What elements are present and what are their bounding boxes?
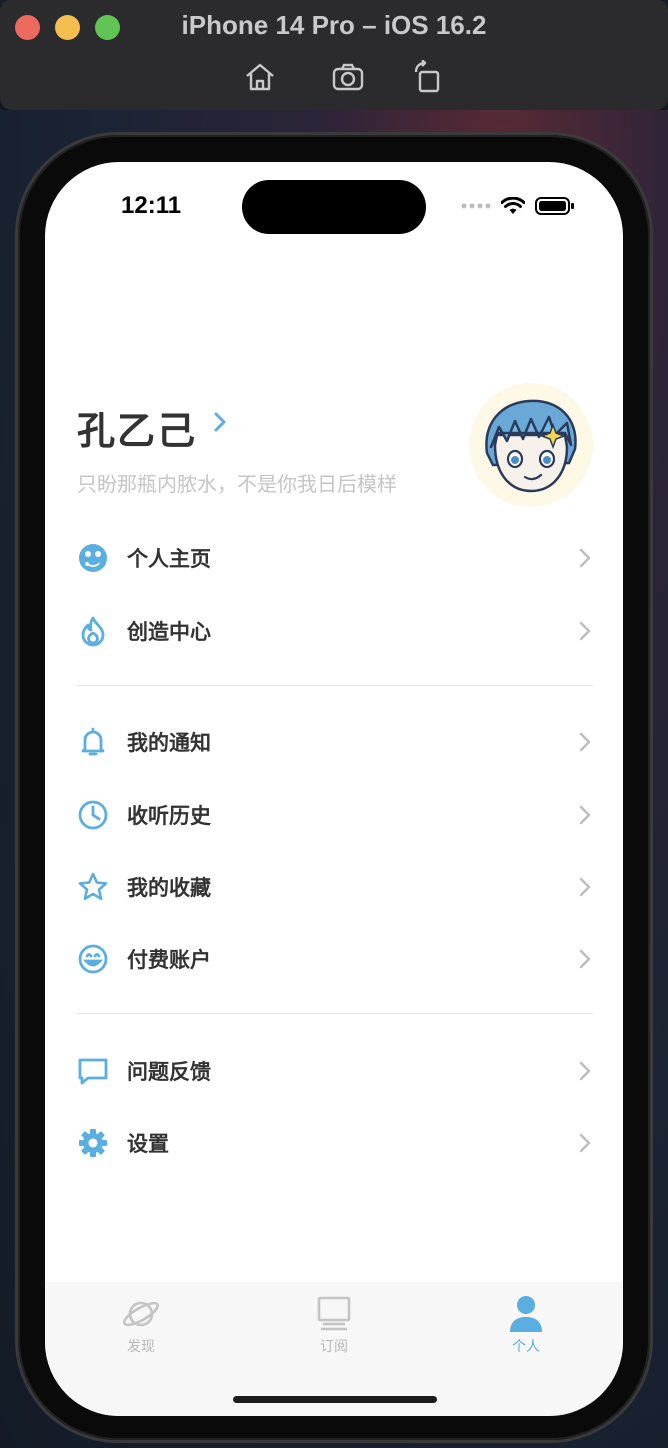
bell-icon: [77, 726, 109, 758]
menu-item-feedback[interactable]: 问题反馈: [77, 1041, 593, 1101]
menu-item-profile-page[interactable]: 个人主页: [77, 528, 593, 588]
menu-label: 我的通知: [127, 731, 211, 755]
phone-screen: 12:11 孔乙己 只盼那瓶内脓水，不是你我日后模样 个人主页 创造中心 我的通…: [45, 162, 623, 1416]
menu-label: 我的收藏: [127, 876, 211, 900]
simulator-titlebar: iPhone 14 Pro – iOS 16.2: [0, 0, 668, 111]
chevron-right-icon: [579, 1061, 591, 1081]
avatar[interactable]: [469, 383, 593, 507]
divider: [77, 1013, 593, 1014]
menu-item-creator-center[interactable]: 创造中心: [77, 601, 593, 661]
tab-label: 发现: [127, 1339, 155, 1355]
home-indicator[interactable]: [233, 1396, 437, 1403]
menu-item-settings[interactable]: 设置: [77, 1113, 593, 1173]
flame-icon: [77, 615, 109, 647]
menu-label: 创造中心: [127, 620, 211, 644]
rotate-icon[interactable]: [411, 59, 445, 94]
profile-bio: 只盼那瓶内脓水，不是你我日后模样: [77, 472, 397, 496]
wifi-icon: [501, 197, 525, 214]
profile-name[interactable]: 孔乙己: [77, 400, 197, 455]
menu-label: 设置: [127, 1132, 169, 1156]
chevron-right-icon: [579, 877, 591, 897]
chevron-right-icon: [579, 805, 591, 825]
tab-subscriptions[interactable]: 订阅: [274, 1294, 394, 1356]
tab-label: 个人: [512, 1339, 540, 1355]
smile-icon: [77, 943, 109, 975]
chevron-right-icon: [579, 548, 591, 568]
status-time: 12:11: [121, 192, 182, 219]
tab-personal[interactable]: 个人: [466, 1294, 586, 1356]
tab-discover[interactable]: 发现: [81, 1294, 201, 1356]
signal-dots-icon: [461, 203, 491, 209]
chevron-right-icon: [579, 1133, 591, 1153]
star-icon: [77, 871, 109, 903]
menu-item-favorites[interactable]: 我的收藏: [77, 857, 593, 917]
battery-icon: [535, 197, 574, 215]
menu-label: 问题反馈: [127, 1060, 211, 1084]
chevron-right-icon: [579, 949, 591, 969]
menu-label: 个人主页: [127, 547, 211, 571]
menu-label: 收听历史: [127, 804, 211, 828]
screenshot-icon[interactable]: [331, 60, 365, 94]
chevron-right-icon: [579, 621, 591, 641]
gear-icon: [77, 1127, 109, 1159]
status-icons: [461, 196, 575, 216]
monitor-icon: [317, 1296, 351, 1331]
person-icon: [510, 1296, 542, 1332]
divider: [77, 685, 593, 686]
menu-item-listening-history[interactable]: 收听历史: [77, 785, 593, 845]
message-icon: [77, 1055, 109, 1087]
window-title: iPhone 14 Pro – iOS 16.2: [181, 10, 487, 40]
profile-chevron-icon[interactable]: [213, 411, 227, 437]
clock-icon: [77, 799, 109, 831]
chevron-right-icon: [579, 732, 591, 752]
profile-page-icon: [77, 542, 109, 574]
menu-item-notifications[interactable]: 我的通知: [77, 712, 593, 772]
home-icon[interactable]: [243, 60, 277, 94]
tab-label: 订阅: [320, 1339, 348, 1355]
menu-item-paid-account[interactable]: 付费账户: [77, 929, 593, 989]
menu-label: 付费账户: [127, 948, 211, 972]
dynamic-island: [242, 180, 426, 234]
planet-icon: [122, 1301, 160, 1327]
